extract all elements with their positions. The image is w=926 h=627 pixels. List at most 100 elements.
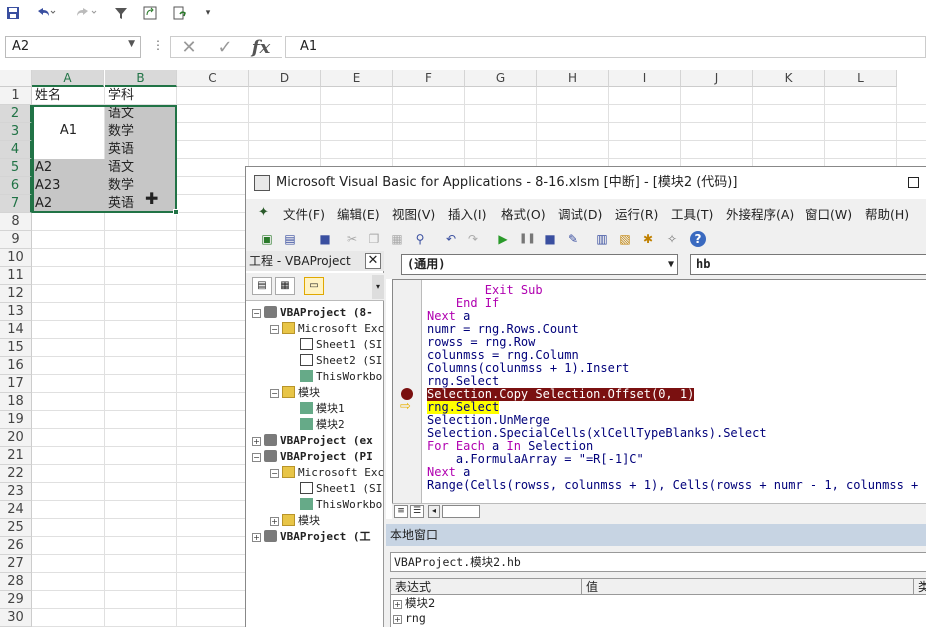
object-combo[interactable]: (通用) ▼: [401, 254, 678, 275]
project-tree-item[interactable]: 模块1: [300, 401, 345, 417]
row-header-16[interactable]: 16: [0, 357, 32, 375]
row-header-29[interactable]: 29: [0, 591, 32, 609]
column-header-e[interactable]: E: [321, 70, 393, 87]
expand-icon[interactable]: +: [270, 517, 279, 526]
locals-row[interactable]: + 模块2: [391, 596, 435, 611]
copy-icon[interactable]: ❐: [366, 231, 382, 247]
column-header-d[interactable]: D: [249, 70, 321, 87]
row-header-26[interactable]: 26: [0, 537, 32, 555]
menu-addins[interactable]: 外接程序(A): [726, 204, 794, 223]
project-tree-item[interactable]: 模块: [282, 513, 320, 529]
row-header-24[interactable]: 24: [0, 501, 32, 519]
expand-icon[interactable]: +: [252, 533, 261, 542]
project-tree-item[interactable]: 模块2: [300, 417, 345, 433]
scrollbar[interactable]: ▾: [372, 275, 384, 299]
menu-format[interactable]: 格式(O): [501, 204, 546, 223]
cell-a1[interactable]: 姓名: [33, 87, 61, 105]
row-header-19[interactable]: 19: [0, 411, 32, 429]
collapse-icon[interactable]: −: [270, 325, 279, 334]
row-header-4[interactable]: 4: [0, 141, 32, 159]
horizontal-scrollbar[interactable]: [442, 505, 480, 518]
code-editor[interactable]: ⇨ Exit Sub End If Next a numr = rng.Rows.C…: [392, 279, 926, 503]
design-mode-icon[interactable]: ✎: [565, 231, 581, 247]
collapse-icon[interactable]: −: [270, 389, 279, 398]
full-module-view-icon[interactable]: ☰: [410, 505, 424, 518]
row-header-20[interactable]: 20: [0, 429, 32, 447]
row-header-9[interactable]: 9: [0, 231, 32, 249]
procedure-view-icon[interactable]: ≡: [394, 505, 408, 518]
column-header-a[interactable]: A: [32, 70, 104, 87]
column-header-b[interactable]: B: [105, 70, 177, 87]
row-header-13[interactable]: 13: [0, 303, 32, 321]
chevron-down-icon[interactable]: ▼: [668, 255, 674, 274]
menu-tools[interactable]: 工具(T): [671, 204, 713, 223]
project-tree-item[interactable]: Sheet2 (SI: [300, 353, 382, 369]
row-header-27[interactable]: 27: [0, 555, 32, 573]
project-tree-item[interactable]: Sheet1 (SI: [300, 337, 382, 353]
save-icon[interactable]: [4, 3, 22, 23]
collapse-icon[interactable]: −: [252, 309, 261, 318]
menu-help[interactable]: 帮助(H): [865, 204, 909, 223]
column-header-k[interactable]: K: [753, 70, 825, 87]
project-tree-item[interactable]: Microsoft Exc: [282, 321, 384, 337]
menu-edit[interactable]: 编辑(E): [337, 204, 380, 223]
maximize-icon[interactable]: [908, 177, 919, 188]
paste-icon[interactable]: ▦: [389, 231, 405, 247]
menu-debug[interactable]: 调试(D): [558, 204, 602, 223]
row-header-15[interactable]: 15: [0, 339, 32, 357]
row-header-8[interactable]: 8: [0, 213, 32, 231]
project-tree-item[interactable]: Sheet1 (SI: [300, 481, 382, 497]
formula-input[interactable]: A1: [285, 36, 926, 58]
column-header-j[interactable]: J: [681, 70, 753, 87]
toggle-folders-icon[interactable]: ▭: [304, 277, 324, 295]
find-icon[interactable]: ⚲: [412, 231, 428, 247]
menu-view[interactable]: 视图(V): [392, 204, 435, 223]
undo-icon[interactable]: ↶: [443, 231, 459, 247]
redo-icon[interactable]: ↷: [465, 231, 481, 247]
chevron-down-icon[interactable]: ▼: [128, 39, 135, 49]
column-header-l[interactable]: L: [825, 70, 897, 87]
customize-icon[interactable]: ▾: [202, 3, 214, 23]
project-explorer-icon[interactable]: ▥: [594, 231, 610, 247]
row-header-17[interactable]: 17: [0, 375, 32, 393]
menu-file[interactable]: 文件(F): [283, 204, 325, 223]
toolbox-icon[interactable]: ✧: [664, 231, 680, 247]
menu-window[interactable]: 窗口(W): [805, 204, 852, 223]
column-header-c[interactable]: C: [177, 70, 249, 87]
name-box[interactable]: A2 ▼: [5, 36, 141, 58]
view-excel-icon[interactable]: ▣: [259, 231, 275, 247]
row-header-6[interactable]: 6: [0, 177, 32, 195]
row-header-25[interactable]: 25: [0, 519, 32, 537]
locals-header-type[interactable]: 类: [914, 579, 926, 595]
run-icon[interactable]: ▶: [495, 231, 511, 247]
insert-module-icon[interactable]: ▤: [282, 231, 298, 247]
row-header-10[interactable]: 10: [0, 249, 32, 267]
document-icon[interactable]: [170, 3, 190, 23]
project-tree-item[interactable]: Microsoft Exc: [282, 465, 384, 481]
row-header-14[interactable]: 14: [0, 321, 32, 339]
row-header-23[interactable]: 23: [0, 483, 32, 501]
cut-icon[interactable]: ✂: [344, 231, 360, 247]
row-header-7[interactable]: 7: [0, 195, 32, 213]
row-header-18[interactable]: 18: [0, 393, 32, 411]
menu-insert[interactable]: 插入(I): [448, 204, 486, 223]
enter-icon[interactable]: ✓: [207, 37, 243, 58]
row-header-30[interactable]: 30: [0, 609, 32, 627]
project-tree-item[interactable]: VBAProject (工: [264, 529, 370, 545]
row-header-1[interactable]: 1: [0, 87, 32, 105]
filter-icon[interactable]: [112, 3, 130, 23]
row-header-5[interactable]: 5: [0, 159, 32, 177]
help-icon[interactable]: ?: [690, 231, 706, 247]
locals-header-expression[interactable]: 表达式: [391, 579, 582, 595]
row-header-2[interactable]: 2: [0, 105, 32, 123]
break-icon[interactable]: ❚❚: [519, 231, 536, 247]
expand-icon[interactable]: +: [393, 600, 402, 609]
scroll-left-icon[interactable]: ◂: [428, 505, 440, 518]
cell-b1[interactable]: 学科: [106, 87, 134, 105]
cancel-icon[interactable]: ✕: [171, 37, 207, 58]
row-header-28[interactable]: 28: [0, 573, 32, 591]
insert-function-icon[interactable]: fx: [243, 37, 279, 58]
procedure-combo[interactable]: hb: [690, 254, 926, 275]
expand-icon[interactable]: +: [393, 615, 402, 624]
excel-menu-icon[interactable]: ✦: [258, 205, 269, 220]
